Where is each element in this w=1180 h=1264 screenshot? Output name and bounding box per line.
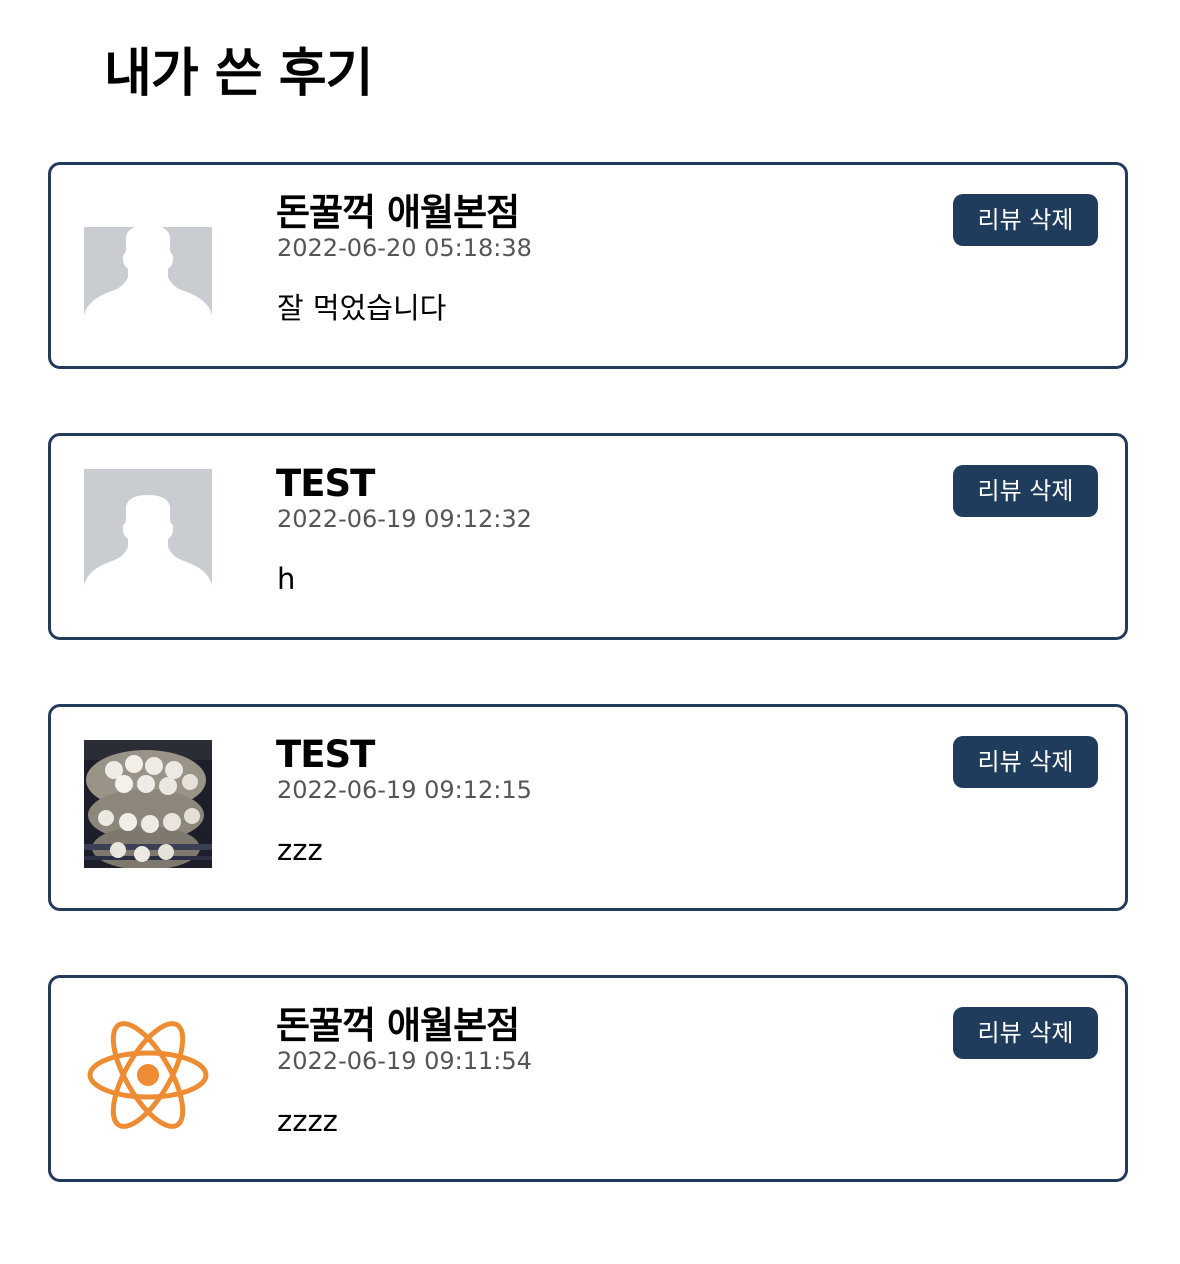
review-content: zzzz (277, 1104, 338, 1138)
review-date: 2022-06-19 09:12:32 (277, 505, 532, 533)
default-avatar-icon (84, 227, 212, 327)
dumpling-photo (84, 740, 212, 868)
default-avatar-icon (84, 469, 212, 597)
review-card: 돈꿀꺽 애월본점 2022-06-19 09:11:54 zzzz 리뷰 삭제 (48, 975, 1128, 1182)
store-name: TEST (276, 733, 375, 776)
delete-review-button[interactable]: 리뷰 삭제 (953, 465, 1098, 517)
review-card: 돈꿀꺽 애월본점 2022-06-20 05:18:38 잘 먹었습니다 리뷰 … (48, 162, 1128, 369)
page-title: 내가 쓴 후기 (104, 44, 373, 104)
store-name: 돈꿀꺽 애월본점 (276, 191, 520, 234)
delete-review-button[interactable]: 리뷰 삭제 (953, 736, 1098, 788)
delete-review-button[interactable]: 리뷰 삭제 (953, 194, 1098, 246)
react-atom-icon (84, 1011, 212, 1139)
delete-review-button[interactable]: 리뷰 삭제 (953, 1007, 1098, 1059)
review-content: 잘 먹었습니다 (277, 291, 447, 325)
review-date: 2022-06-19 09:11:54 (277, 1047, 532, 1075)
review-card: TEST 2022-06-19 09:12:15 zzz 리뷰 삭제 (48, 704, 1128, 911)
review-content: h (277, 562, 296, 596)
store-name: 돈꿀꺽 애월본점 (276, 1004, 520, 1047)
review-card: TEST 2022-06-19 09:12:32 h 리뷰 삭제 (48, 433, 1128, 640)
review-date: 2022-06-20 05:18:38 (277, 234, 532, 262)
review-date: 2022-06-19 09:12:15 (277, 776, 532, 804)
store-name: TEST (276, 462, 375, 505)
review-content: zzz (277, 833, 323, 867)
review-list: 돈꿀꺽 애월본점 2022-06-20 05:18:38 잘 먹었습니다 리뷰 … (48, 162, 1128, 1246)
